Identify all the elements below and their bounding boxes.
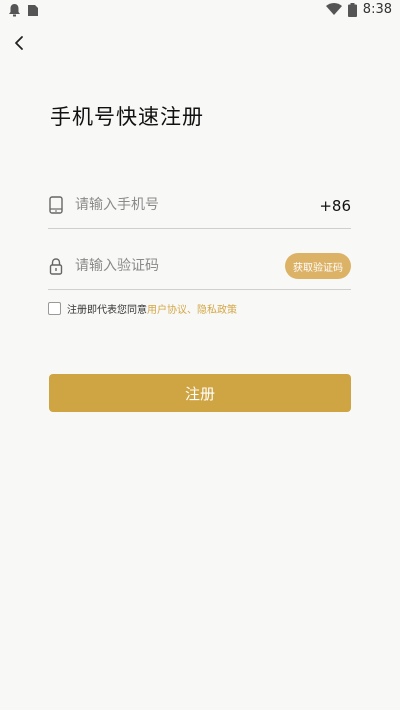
agreement-row: 注册即代表您同意 用户协议、隐私政策 xyxy=(48,301,237,316)
page-title: 手机号快速注册 xyxy=(50,105,204,129)
phone-field: +86 xyxy=(48,188,351,229)
battery-icon xyxy=(347,2,357,17)
get-code-button[interactable]: 获取验证码 xyxy=(285,253,351,279)
verification-code-field: 获取验证码 xyxy=(48,249,351,290)
status-left-icons xyxy=(8,3,39,17)
agreement-links[interactable]: 用户协议、隐私政策 xyxy=(147,301,237,316)
notification-bell-icon xyxy=(9,4,20,17)
status-time: 8:38 xyxy=(362,2,392,17)
sim-card-icon xyxy=(28,4,38,16)
phone-icon xyxy=(49,196,63,214)
agreement-checkbox[interactable] xyxy=(48,302,61,315)
lock-icon xyxy=(49,258,63,275)
phone-input[interactable] xyxy=(75,192,275,218)
chevron-left-icon xyxy=(15,36,23,50)
country-code-selector[interactable]: +86 xyxy=(319,197,351,215)
back-button[interactable] xyxy=(8,32,30,54)
verification-code-input[interactable] xyxy=(75,253,275,279)
wifi-icon xyxy=(325,3,342,15)
register-button[interactable]: 注册 xyxy=(49,374,351,412)
status-bar: 8:38 xyxy=(0,0,400,22)
status-right-icons: 8:38 xyxy=(325,2,392,17)
agreement-text: 注册即代表您同意 xyxy=(67,305,147,316)
